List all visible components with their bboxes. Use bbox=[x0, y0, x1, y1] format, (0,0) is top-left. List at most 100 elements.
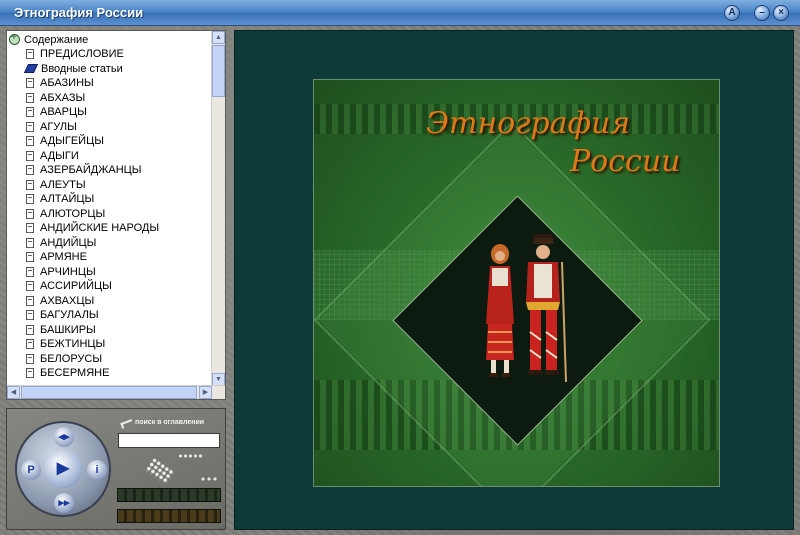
tree-item[interactable]: АХВАХЦЫ bbox=[9, 294, 214, 309]
close-button[interactable]: × bbox=[773, 5, 789, 21]
tree-item[interactable]: БАШКИРЫ bbox=[9, 323, 214, 338]
tree-item[interactable]: АНДИЙСКИЕ НАРОДЫ bbox=[9, 221, 214, 236]
tree-item[interactable]: АБХАЗЫ bbox=[9, 91, 214, 106]
tree-item-label: БЕСЕРМЯНЕ bbox=[40, 367, 110, 380]
nav-toggle-button[interactable]: ◂▸ bbox=[54, 427, 74, 447]
horizontal-scroll-thumb[interactable] bbox=[21, 386, 197, 399]
tree-item[interactable]: АЛТАЙЦЫ bbox=[9, 192, 214, 207]
document-icon bbox=[26, 310, 34, 321]
tree-item-label: АВАРЦЫ bbox=[40, 106, 87, 119]
tree-item[interactable]: БЕЖТИНЦЫ bbox=[9, 337, 214, 352]
tree-item-label: АЛТАЙЦЫ bbox=[40, 193, 95, 206]
folk-costume-figures-image bbox=[486, 234, 567, 383]
decorative-dots bbox=[200, 476, 218, 482]
tree-item[interactable]: АЛЕУТЫ bbox=[9, 178, 214, 193]
tree-item-label: БЕЖТИНЦЫ bbox=[40, 338, 106, 351]
tree-item-label: АНДИЙСКИЕ НАРОДЫ bbox=[40, 222, 160, 235]
tree-item[interactable]: АБАЗИНЫ bbox=[9, 76, 214, 91]
tree-item[interactable]: БЕЛОРУСЫ bbox=[9, 352, 214, 367]
tree-item-label: АНДИЙЦЫ bbox=[40, 236, 97, 249]
content-view: Этнография России bbox=[234, 30, 794, 530]
print-button[interactable]: P bbox=[21, 460, 41, 480]
tree-item[interactable]: АРЧИНЦЫ bbox=[9, 265, 214, 280]
forward-button[interactable]: ▸▸ bbox=[54, 493, 74, 513]
tree-item-label: АЗЕРБАЙДЖАНЦЫ bbox=[40, 164, 142, 177]
contents-search-input[interactable] bbox=[118, 433, 220, 448]
info-button[interactable]: i bbox=[87, 460, 107, 480]
document-icon bbox=[26, 281, 34, 292]
play-button[interactable]: ▶ bbox=[44, 450, 82, 488]
document-icon bbox=[26, 92, 34, 103]
document-icon bbox=[26, 266, 34, 277]
scroll-right-button[interactable]: ▶ bbox=[199, 386, 212, 399]
document-icon bbox=[26, 107, 34, 118]
document-icon bbox=[26, 179, 34, 190]
document-icon bbox=[26, 150, 34, 161]
navigation-panel: ◂▸ P i ▸▸ ▶ поиск в оглавлении bbox=[6, 408, 226, 530]
tree-item-label: БАГУЛАЛЫ bbox=[40, 309, 99, 322]
tree-item[interactable]: АДЫГЕЙЦЫ bbox=[9, 134, 214, 149]
document-icon bbox=[26, 339, 34, 350]
document-icon bbox=[26, 295, 34, 306]
poster-title-line1: Этнография bbox=[426, 106, 631, 141]
tree-item[interactable]: ПРЕДИСЛОВИЕ bbox=[9, 47, 214, 62]
tree-item[interactable]: АВАРЦЫ bbox=[9, 105, 214, 120]
tree-item[interactable]: БАГУЛАЛЫ bbox=[9, 308, 214, 323]
document-icon bbox=[26, 223, 34, 234]
document-icon bbox=[26, 368, 34, 379]
document-icon bbox=[26, 78, 34, 89]
tree-item-label: АБАЗИНЫ bbox=[40, 77, 94, 90]
navigation-dial: ◂▸ P i ▸▸ ▶ bbox=[15, 421, 111, 517]
tree-root-label: Содержание bbox=[24, 33, 89, 46]
vertical-scrollbar[interactable]: ▲ ▼ bbox=[211, 31, 225, 386]
horizontal-scrollbar[interactable]: ◀ ▶ bbox=[7, 385, 225, 399]
window-title: Этнография России bbox=[14, 5, 144, 20]
tree-item[interactable]: АДЫГИ bbox=[9, 149, 214, 164]
tree-item[interactable]: АЛЮТОРЦЫ bbox=[9, 207, 214, 222]
tree-item-label: АЛЮТОРЦЫ bbox=[40, 207, 106, 220]
tree-item[interactable]: АГУЛЫ bbox=[9, 120, 214, 135]
tree-root-contents[interactable]: Содержание bbox=[9, 32, 214, 47]
poster-title-line2: России bbox=[570, 144, 681, 179]
document-icon bbox=[26, 121, 34, 132]
contents-tree[interactable]: Содержание ПРЕДИСЛОВИЕВводные статьи АБАЗ… bbox=[6, 30, 226, 400]
hint-arrow-icon bbox=[120, 419, 134, 429]
document-icon bbox=[26, 324, 34, 335]
tree-item[interactable]: АССИРИЙЦЫ bbox=[9, 279, 214, 294]
title-bar: Этнография России A – × bbox=[0, 0, 800, 26]
document-icon bbox=[26, 353, 34, 364]
tree-item-label: АБХАЗЫ bbox=[40, 91, 86, 104]
tree-item[interactable]: БЕСЕРМЯНЕ bbox=[9, 366, 214, 381]
document-icon bbox=[26, 208, 34, 219]
status-indicator-bar bbox=[117, 488, 221, 502]
tree-item-label: АДЫГИ bbox=[40, 149, 79, 162]
scroll-thumb[interactable] bbox=[212, 45, 225, 97]
tree-item-label: АЛЕУТЫ bbox=[40, 178, 86, 191]
tree-item[interactable]: АЗЕРБАЙДЖАНЦЫ bbox=[9, 163, 214, 178]
tree-item-label: АДЫГЕЙЦЫ bbox=[40, 135, 104, 148]
tree-item-label: БАШКИРЫ bbox=[40, 323, 96, 336]
decorative-dots bbox=[178, 453, 202, 459]
book-icon bbox=[23, 64, 39, 74]
contents-list: Содержание ПРЕДИСЛОВИЕВводные статьи АБАЗ… bbox=[9, 32, 214, 384]
tree-item[interactable]: АНДИЙЦЫ bbox=[9, 236, 214, 251]
document-icon bbox=[26, 237, 34, 248]
about-button[interactable]: A bbox=[724, 5, 740, 21]
title-poster: Этнография России bbox=[313, 79, 720, 487]
search-hint-label: поиск в оглавлении bbox=[135, 419, 205, 426]
document-icon bbox=[26, 252, 34, 263]
document-icon bbox=[26, 165, 34, 176]
expand-icon[interactable] bbox=[9, 32, 20, 45]
document-icon bbox=[26, 136, 34, 147]
tree-item[interactable]: Вводные статьи bbox=[9, 62, 214, 77]
tree-item-label: ПРЕДИСЛОВИЕ bbox=[40, 48, 124, 61]
document-icon bbox=[26, 49, 34, 60]
minimize-button[interactable]: – bbox=[754, 5, 770, 21]
tree-item-label: АГУЛЫ bbox=[40, 120, 77, 133]
tree-item-label: АХВАХЦЫ bbox=[40, 294, 95, 307]
tree-item-label: АРМЯНЕ bbox=[40, 251, 87, 264]
scroll-up-button[interactable]: ▲ bbox=[212, 31, 225, 44]
scroll-left-button[interactable]: ◀ bbox=[7, 386, 20, 399]
tree-item-label: АРЧИНЦЫ bbox=[40, 265, 96, 278]
tree-item[interactable]: АРМЯНЕ bbox=[9, 250, 214, 265]
